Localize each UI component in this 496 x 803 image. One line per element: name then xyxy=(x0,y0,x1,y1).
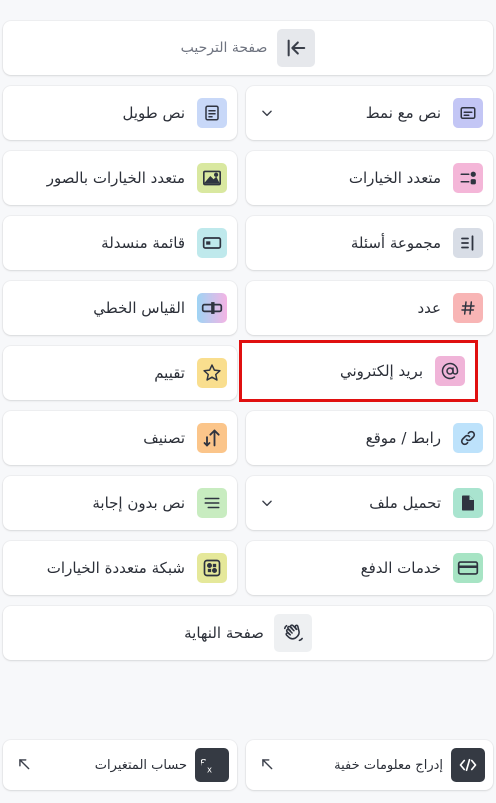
field-label: قائمة منسدلة xyxy=(101,234,185,252)
field-label: نص بدون إجابة xyxy=(92,494,185,512)
field-label: شبكة متعددة الخيارات xyxy=(46,559,185,577)
hidden-fields-button[interactable]: إدراج معلومات خفية xyxy=(246,740,493,790)
link-icon xyxy=(453,423,483,453)
field-label: متعدد الخيارات xyxy=(348,169,441,187)
ranking-icon xyxy=(197,423,227,453)
variables-label: حساب المتغيرات xyxy=(94,757,187,773)
field-label: تحميل ملف xyxy=(369,494,441,512)
field-link[interactable]: رابط / موقع xyxy=(246,411,493,465)
field-multiple-choice[interactable]: متعدد الخيارات xyxy=(246,151,493,205)
field-label: مجموعة أسئلة xyxy=(350,234,441,252)
field-image-choice[interactable]: متعدد الخيارات بالصور xyxy=(3,151,237,205)
multiple-choice-icon xyxy=(453,163,483,193)
field-label: تصنيف xyxy=(143,429,185,447)
field-choice-grid[interactable]: شبكة متعددة الخيارات xyxy=(3,541,237,595)
chevron-down-icon[interactable] xyxy=(258,494,276,512)
field-label: متعدد الخيارات بالصور xyxy=(46,169,185,187)
field-email[interactable]: بريد إلكتروني xyxy=(239,340,478,402)
styled-text-icon xyxy=(453,98,483,128)
field-question-group[interactable]: مجموعة أسئلة xyxy=(246,216,493,270)
field-label: بريد إلكتروني xyxy=(339,362,423,380)
welcome-page-card[interactable]: صفحة الترحيب xyxy=(3,21,493,75)
field-label: تقييم xyxy=(154,364,185,382)
question-group-icon xyxy=(453,228,483,258)
field-linear-scale[interactable]: القياس الخطي xyxy=(3,281,237,335)
field-file-upload[interactable]: تحميل ملف xyxy=(246,476,493,530)
at-icon xyxy=(435,356,465,386)
star-icon xyxy=(197,358,227,388)
linear-scale-icon xyxy=(197,293,227,323)
field-ranking[interactable]: تصنيف xyxy=(3,411,237,465)
image-choice-icon xyxy=(197,163,227,193)
long-text-icon xyxy=(197,98,227,128)
field-label: القياس الخطي xyxy=(93,299,185,317)
ending-page-label: صفحة النهاية xyxy=(184,624,264,642)
credit-card-icon xyxy=(453,553,483,583)
dropdown-icon xyxy=(197,228,227,258)
field-long-text[interactable]: نص طويل xyxy=(3,86,237,140)
field-rating[interactable]: تقييم xyxy=(3,346,237,400)
hidden-fields-label: إدراج معلومات خفية xyxy=(334,757,443,773)
field-label: نص مع نمط xyxy=(365,104,441,122)
grid-icon xyxy=(197,553,227,583)
field-payment[interactable]: خدمات الدفع xyxy=(246,541,493,595)
file-icon xyxy=(453,488,483,518)
field-statement[interactable]: نص بدون إجابة xyxy=(3,476,237,530)
welcome-page-label: صفحة الترحيب xyxy=(180,40,268,56)
svg-text:x: x xyxy=(207,765,212,775)
field-styled-text[interactable]: نص مع نمط xyxy=(246,86,493,140)
arrow-up-left-icon xyxy=(15,757,31,773)
ending-page-card[interactable]: صفحة النهاية xyxy=(3,606,493,660)
field-label: رابط / موقع xyxy=(365,429,441,447)
chevron-down-icon[interactable] xyxy=(258,104,276,122)
field-label: عدد xyxy=(417,299,441,317)
variables-button[interactable]: f x حساب المتغيرات xyxy=(3,740,237,790)
hash-icon xyxy=(453,293,483,323)
field-dropdown[interactable]: قائمة منسدلة xyxy=(3,216,237,270)
field-label: نص طويل xyxy=(122,104,185,122)
field-number[interactable]: عدد xyxy=(246,281,493,335)
arrow-up-left-icon xyxy=(258,757,274,773)
function-icon: f x xyxy=(195,748,229,782)
collapse-left-icon xyxy=(277,29,316,67)
statement-icon xyxy=(197,488,227,518)
field-label: خدمات الدفع xyxy=(360,559,441,577)
code-icon xyxy=(451,748,485,782)
waving-hand-icon xyxy=(273,614,312,652)
svg-text:f: f xyxy=(201,756,206,774)
